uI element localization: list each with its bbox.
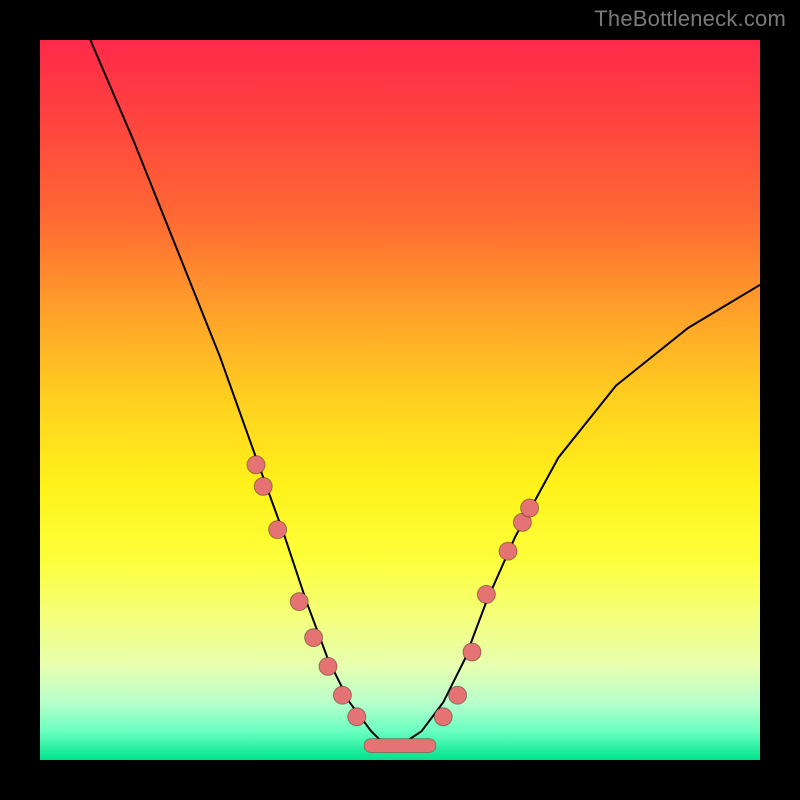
data-dot xyxy=(290,593,308,611)
watermark-text: TheBottleneck.com xyxy=(594,6,786,32)
flat-bottom-segment xyxy=(364,739,436,753)
data-dot xyxy=(269,521,287,539)
data-dot xyxy=(333,686,351,704)
bottleneck-curve xyxy=(90,40,760,746)
data-dot xyxy=(247,456,265,474)
data-dot xyxy=(434,708,452,726)
data-dot xyxy=(305,629,323,647)
data-dot xyxy=(348,708,366,726)
chart-frame: TheBottleneck.com xyxy=(0,0,800,800)
data-dot xyxy=(521,499,539,517)
data-dot xyxy=(477,585,495,603)
data-dot xyxy=(449,686,467,704)
data-dot xyxy=(319,657,337,675)
data-dot xyxy=(463,643,481,661)
chart-overlay xyxy=(40,40,760,760)
dots-left-group xyxy=(247,456,366,726)
dots-right-group xyxy=(434,499,538,726)
data-dot xyxy=(499,542,517,560)
data-dot xyxy=(254,477,272,495)
